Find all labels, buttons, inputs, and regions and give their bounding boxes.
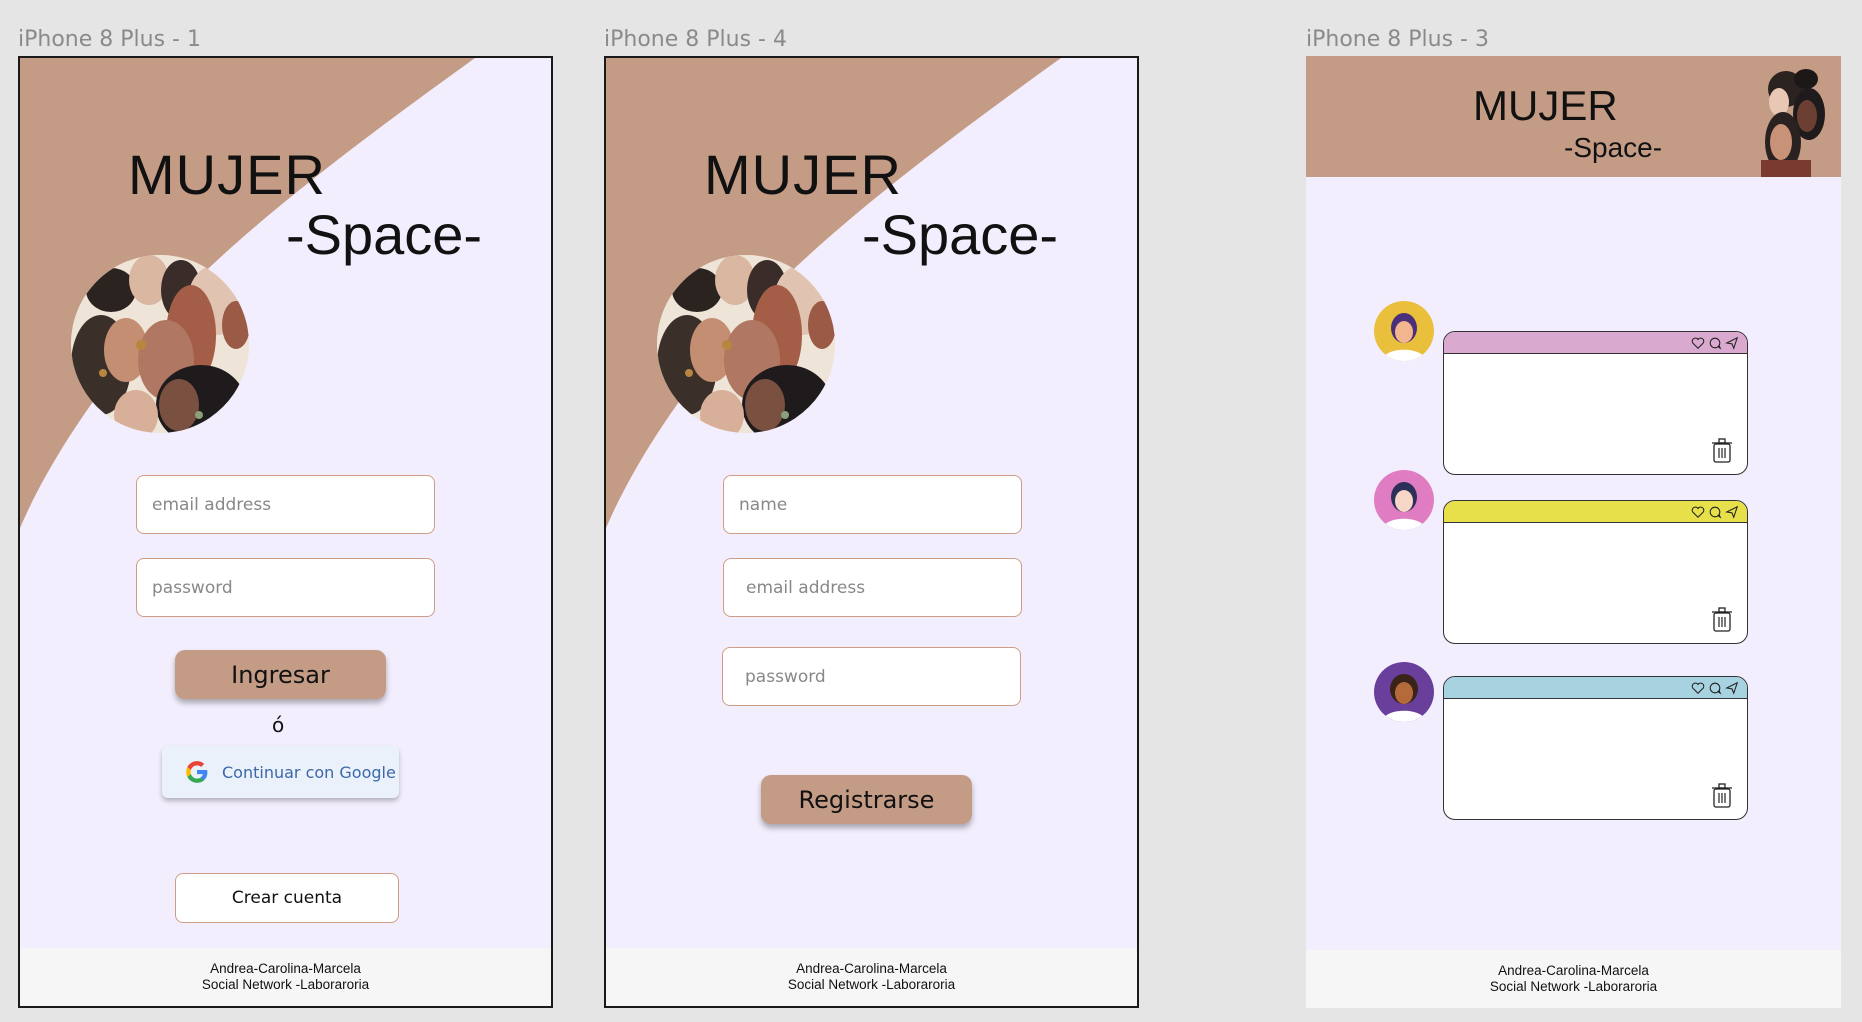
comment-icon[interactable] xyxy=(1708,681,1722,695)
footer-project: Social Network -Laboraroria xyxy=(787,977,956,992)
footer-authors: Andrea-Carolina-Marcela xyxy=(1498,963,1649,978)
header: MUJER -Space- xyxy=(1306,56,1841,177)
footer-authors: Andrea-Carolina-Marcela xyxy=(796,961,947,976)
footer-project: Social Network -Laboraroria xyxy=(201,977,370,992)
trash-icon[interactable] xyxy=(1711,607,1733,633)
frame-label-login: iPhone 8 Plus - 1 xyxy=(18,27,201,52)
user-avatar[interactable] xyxy=(1374,662,1434,722)
google-button-label: Continuar con Google xyxy=(222,762,396,782)
brand-subtitle: -Space- xyxy=(862,203,1059,266)
register-button[interactable]: Registrarse xyxy=(761,775,972,824)
footer: Andrea-Carolina-Marcela Social Network -… xyxy=(20,948,551,1006)
brand-subtitle: -Space- xyxy=(1564,132,1663,163)
register-screen: MUJER -Space- name email address passwor… xyxy=(604,56,1139,1008)
login-button[interactable]: Ingresar xyxy=(175,650,386,699)
frame-label-register: iPhone 8 Plus - 4 xyxy=(604,27,787,52)
trash-icon[interactable] xyxy=(1711,438,1733,464)
footer-project: Social Network -Laboraroria xyxy=(1489,979,1658,994)
feed-screen: MUJER -Space- Andrea-Carolina-Marcela So… xyxy=(1306,56,1841,1008)
create-account-button[interactable]: Crear cuenta xyxy=(175,873,399,923)
brand-title: MUJER xyxy=(128,143,326,206)
comment-icon[interactable] xyxy=(1708,336,1722,350)
google-login-button[interactable]: Continuar con Google xyxy=(162,746,399,798)
email-field[interactable]: email address xyxy=(723,558,1022,617)
heart-icon[interactable] xyxy=(1691,681,1705,695)
footer-authors: Andrea-Carolina-Marcela xyxy=(210,961,361,976)
email-field[interactable]: email address xyxy=(136,475,435,534)
login-screen: MUJER -Space- email address password Ing… xyxy=(18,56,553,1008)
post-card xyxy=(1443,331,1748,475)
send-icon[interactable] xyxy=(1725,336,1739,350)
frame-label-feed: iPhone 8 Plus - 3 xyxy=(1306,27,1489,52)
footer: Andrea-Carolina-Marcela Social Network -… xyxy=(1306,950,1841,1008)
post-toolbar xyxy=(1444,332,1747,354)
heart-icon[interactable] xyxy=(1691,336,1705,350)
post-card xyxy=(1443,676,1748,820)
user-avatar[interactable] xyxy=(1374,470,1434,530)
google-icon xyxy=(186,761,208,783)
password-field[interactable]: password xyxy=(136,558,435,617)
send-icon[interactable] xyxy=(1725,505,1739,519)
women-illustration xyxy=(657,255,835,433)
name-field[interactable]: name xyxy=(723,475,1022,534)
brand-subtitle: -Space- xyxy=(286,203,483,266)
heart-icon[interactable] xyxy=(1691,505,1705,519)
footer: Andrea-Carolina-Marcela Social Network -… xyxy=(606,948,1137,1006)
send-icon[interactable] xyxy=(1725,681,1739,695)
post-toolbar xyxy=(1444,677,1747,699)
post-toolbar xyxy=(1444,501,1747,523)
comment-icon[interactable] xyxy=(1708,505,1722,519)
user-avatar[interactable] xyxy=(1374,301,1434,361)
women-illustration xyxy=(71,255,249,433)
brand-title: MUJER xyxy=(1473,82,1618,129)
password-field[interactable]: password xyxy=(722,647,1021,706)
post-card xyxy=(1443,500,1748,644)
women-logo-icon xyxy=(1761,69,1825,177)
trash-icon[interactable] xyxy=(1711,783,1733,809)
brand-title: MUJER xyxy=(704,143,902,206)
or-separator: ó xyxy=(272,713,285,737)
